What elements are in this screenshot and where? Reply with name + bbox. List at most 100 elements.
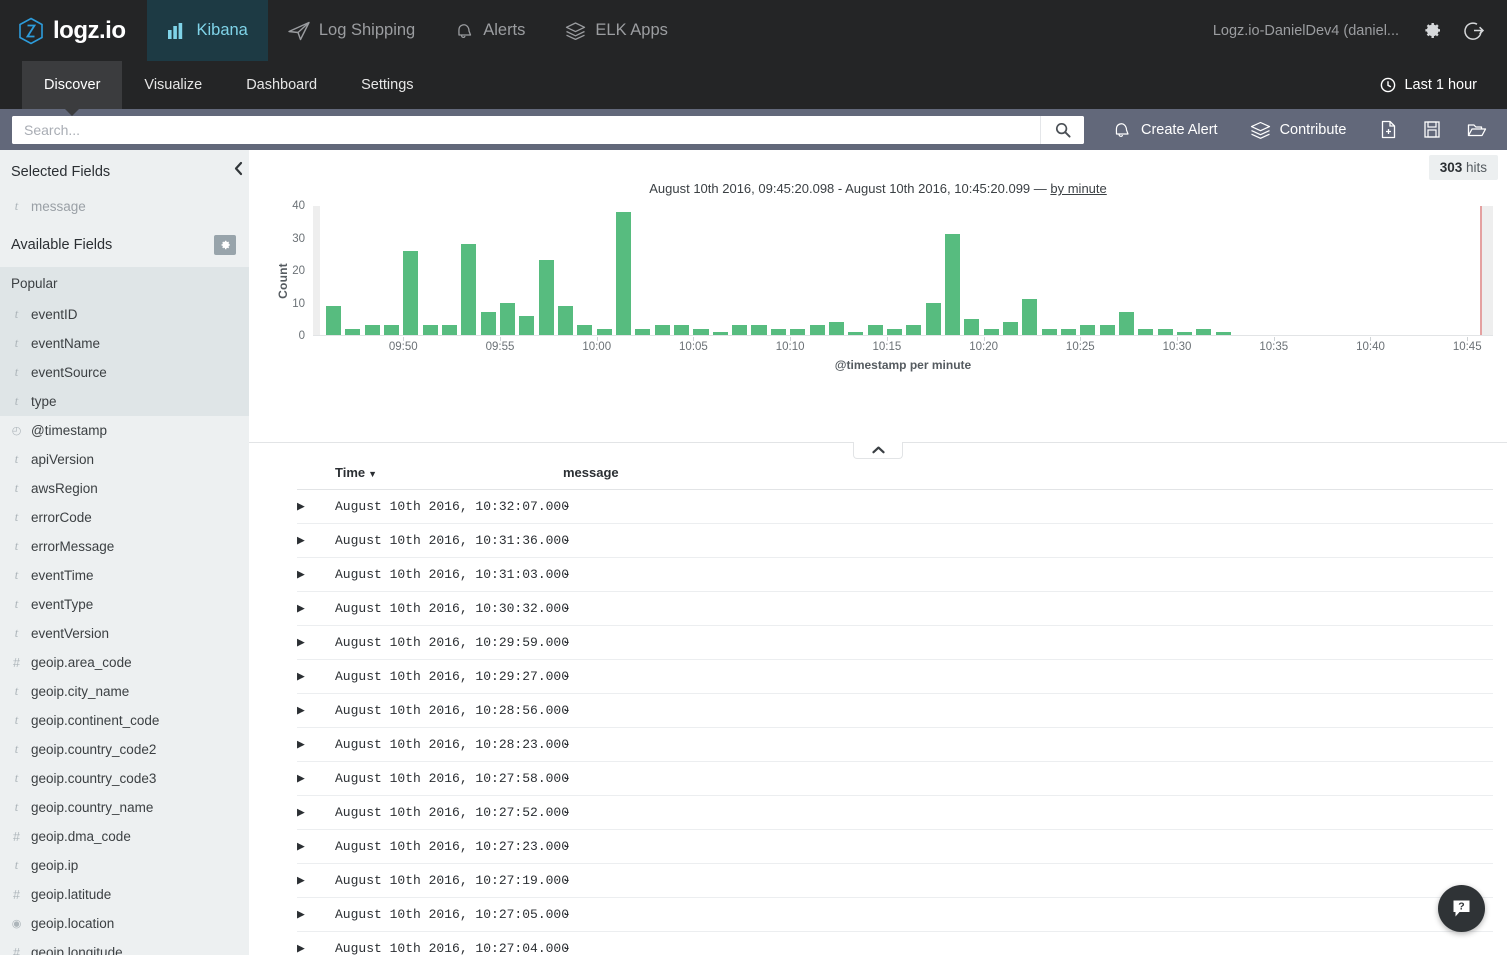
search-input[interactable] xyxy=(12,115,1040,144)
chart-collapse-button[interactable] xyxy=(853,442,903,459)
chart-bar[interactable] xyxy=(712,331,728,335)
row-expand-toggle[interactable]: ▶ xyxy=(297,489,335,524)
chart-bar[interactable] xyxy=(1080,325,1096,335)
field-row-geoip-country_name[interactable]: t geoip.country_name xyxy=(0,793,249,822)
chart-bar[interactable] xyxy=(732,325,748,335)
chart-bar[interactable] xyxy=(1022,299,1038,335)
row-expand-toggle[interactable]: ▶ xyxy=(297,625,335,660)
row-expand-toggle[interactable]: ▶ xyxy=(297,693,335,728)
table-row[interactable]: ▶ August 10th 2016, 10:29:59.000- xyxy=(297,625,1493,660)
chart-bar[interactable] xyxy=(1177,331,1193,335)
chart-bar[interactable] xyxy=(577,325,593,335)
nav-item-elk-apps[interactable]: ELK Apps xyxy=(545,0,687,61)
gear-icon[interactable] xyxy=(1421,20,1442,41)
field-row-eventName[interactable]: t eventName xyxy=(0,329,249,358)
row-expand-toggle[interactable]: ▶ xyxy=(297,659,335,694)
row-expand-toggle[interactable]: ▶ xyxy=(297,523,335,558)
save-icon[interactable] xyxy=(1423,120,1441,139)
field-row-apiVersion[interactable]: t apiVersion xyxy=(0,445,249,474)
chart-bar[interactable] xyxy=(886,328,902,335)
chart-bar[interactable] xyxy=(1041,328,1057,335)
chart-bar[interactable] xyxy=(364,325,380,335)
field-row--timestamp[interactable]: ◴ @timestamp xyxy=(0,416,249,445)
field-row-geoip-area_code[interactable]: # geoip.area_code xyxy=(0,648,249,677)
field-row-errorMessage[interactable]: t errorMessage xyxy=(0,532,249,561)
field-row-geoip-continent_code[interactable]: t geoip.continent_code xyxy=(0,706,249,735)
tab-settings[interactable]: Settings xyxy=(339,61,435,109)
nav-item-log-shipping[interactable]: Log Shipping xyxy=(268,0,435,61)
sidebar-collapse-button[interactable] xyxy=(227,150,249,186)
field-row-geoip-city_name[interactable]: t geoip.city_name xyxy=(0,677,249,706)
table-row[interactable]: ▶ August 10th 2016, 10:31:36.000- xyxy=(297,523,1493,558)
logout-icon[interactable] xyxy=(1464,20,1485,41)
account-name[interactable]: Logz.io-DanielDev4 (daniel... xyxy=(1213,23,1399,39)
table-row[interactable]: ▶ August 10th 2016, 10:32:07.000- xyxy=(297,489,1493,524)
chart-bar[interactable] xyxy=(499,302,516,335)
chart-interval-link[interactable]: by minute xyxy=(1050,181,1106,196)
nav-item-alerts[interactable]: Alerts xyxy=(435,0,545,61)
chart-bar[interactable] xyxy=(558,305,574,335)
chart-bar[interactable] xyxy=(848,331,864,335)
row-expand-toggle[interactable]: ▶ xyxy=(297,897,335,932)
nav-item-kibana[interactable]: Kibana xyxy=(147,0,268,61)
chart-bar[interactable] xyxy=(770,328,786,335)
field-row-geoip-ip[interactable]: t geoip.ip xyxy=(0,851,249,880)
chart-bar[interactable] xyxy=(616,211,632,335)
chart-bar[interactable] xyxy=(1099,325,1115,335)
chart-bar[interactable] xyxy=(1157,328,1173,335)
tab-visualize[interactable]: Visualize xyxy=(122,61,224,109)
chart-bar[interactable] xyxy=(867,325,883,335)
chart-bar[interactable] xyxy=(1119,312,1135,335)
chart-bar[interactable] xyxy=(538,260,554,335)
field-row-message[interactable]: t message xyxy=(0,192,249,221)
chart-bar[interactable] xyxy=(480,312,496,335)
chart-plot-area[interactable] xyxy=(313,206,1493,336)
chart-bar[interactable] xyxy=(944,234,960,335)
table-row[interactable]: ▶ August 10th 2016, 10:28:23.000- xyxy=(297,727,1493,762)
chart-bar[interactable] xyxy=(906,325,922,335)
row-expand-toggle[interactable]: ▶ xyxy=(297,829,335,864)
field-row-geoip-latitude[interactable]: # geoip.latitude xyxy=(0,880,249,909)
chart-bar[interactable] xyxy=(345,328,361,335)
contribute-button[interactable]: Contribute xyxy=(1234,120,1363,140)
table-row[interactable]: ▶ August 10th 2016, 10:30:32.000- xyxy=(297,591,1493,626)
field-row-geoip-location[interactable]: ◉ geoip.location xyxy=(0,909,249,938)
new-document-icon[interactable] xyxy=(1380,120,1397,139)
chart-bar[interactable] xyxy=(925,302,941,335)
table-row[interactable]: ▶ August 10th 2016, 10:27:04.000- xyxy=(297,931,1493,955)
chart-bar[interactable] xyxy=(983,328,999,335)
table-row[interactable]: ▶ August 10th 2016, 10:27:05.000- xyxy=(297,897,1493,932)
chart-bar[interactable] xyxy=(1002,322,1019,335)
chart-bar[interactable] xyxy=(519,315,535,335)
chart-bar[interactable] xyxy=(751,325,767,335)
field-row-geoip-country_code2[interactable]: t geoip.country_code2 xyxy=(0,735,249,764)
logo-logzio[interactable]: logz.io xyxy=(0,0,147,61)
field-row-eventTime[interactable]: t eventTime xyxy=(0,561,249,590)
chart-bar[interactable] xyxy=(422,325,438,335)
chart-bar[interactable] xyxy=(1060,328,1077,335)
chart-bar[interactable] xyxy=(674,325,690,335)
tab-discover[interactable]: Discover xyxy=(22,61,123,116)
sort-desc-caret[interactable]: ▼ xyxy=(368,469,377,479)
search-submit-button[interactable] xyxy=(1040,115,1084,144)
field-row-eventVersion[interactable]: t eventVersion xyxy=(0,619,249,648)
chart-bar[interactable] xyxy=(1138,328,1154,335)
row-expand-toggle[interactable]: ▶ xyxy=(297,863,335,898)
table-row[interactable]: ▶ August 10th 2016, 10:27:52.000- xyxy=(297,795,1493,830)
chart-bar[interactable] xyxy=(596,328,612,335)
chart-bar[interactable] xyxy=(790,328,806,335)
field-row-geoip-longitude[interactable]: # geoip.longitude xyxy=(0,938,249,955)
chart-bar[interactable] xyxy=(654,325,670,335)
chart-bar[interactable] xyxy=(828,322,844,335)
row-expand-toggle[interactable]: ▶ xyxy=(297,591,335,626)
chart-bar[interactable] xyxy=(403,250,419,335)
table-row[interactable]: ▶ August 10th 2016, 10:27:58.000- xyxy=(297,761,1493,796)
table-header-time[interactable]: Time ▼ xyxy=(335,465,563,490)
table-row[interactable]: ▶ August 10th 2016, 10:27:19.000- xyxy=(297,863,1493,898)
create-alert-button[interactable]: Create Alert xyxy=(1096,120,1234,140)
chart-bar[interactable] xyxy=(1215,331,1231,335)
row-expand-toggle[interactable]: ▶ xyxy=(297,795,335,830)
open-folder-icon[interactable] xyxy=(1467,121,1487,139)
tab-dashboard[interactable]: Dashboard xyxy=(224,61,339,109)
table-header-message[interactable]: message xyxy=(563,465,1493,490)
